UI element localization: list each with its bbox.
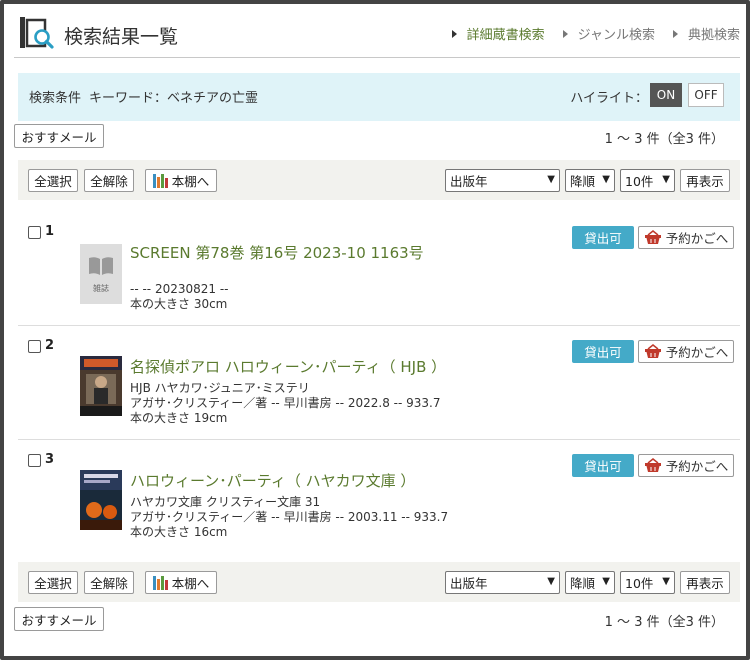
sort-field-select[interactable]: 出版年 ▼: [445, 169, 560, 192]
result-meta-1: ハヤカワ文庫 クリスティー文庫 31: [130, 495, 321, 509]
sort-field-select[interactable]: 出版年 ▼: [445, 571, 560, 594]
sort-order-value: 降順: [570, 174, 596, 189]
per-page-value: 10件: [625, 174, 654, 189]
result-count: 1 ～ 3 件（全3 件）: [604, 615, 724, 630]
redisplay-button[interactable]: 再表示: [680, 571, 730, 594]
nav-detailed-search[interactable]: 詳細蔵書検索: [451, 24, 545, 43]
result-checkbox[interactable]: [28, 340, 41, 353]
chevron-down-icon: ▼: [547, 576, 555, 587]
sort-field-value: 出版年: [450, 576, 488, 591]
cart-label: 予約かごへ: [665, 345, 729, 360]
sort-order-value: 降順: [570, 576, 596, 591]
availability-badge: 貸出可: [572, 454, 634, 477]
search-condition-panel: 検索条件 キーワード：ベネチアの亡霊 ハイライト： ON OFF: [18, 73, 740, 121]
recommend-mail-button[interactable]: おすすメール: [14, 607, 104, 631]
result-meta-2: アガサ･クリスティー／著 -- 早川書房 -- 2003.11 -- 933.7: [130, 510, 449, 524]
result-item: 3 ハロウィーン･パーティ（ ハヤカワ文庫 ） ハヤカワ文庫 クリスティー文庫 …: [18, 440, 740, 554]
book-cover-thumbnail[interactable]: [80, 356, 122, 416]
result-item: 1 雑誌 SCREEN 第78巻 第16号 2023-10 1163号 -- -…: [18, 212, 740, 326]
result-meta-2: -- -- 20230821 --: [130, 282, 229, 296]
thumbnail-label: 雑誌: [93, 283, 109, 293]
triangle-right-icon: [672, 29, 678, 38]
chevron-down-icon: ▼: [547, 174, 555, 185]
availability-badge: 貸出可: [572, 340, 634, 363]
bookshelf-icon: [152, 173, 168, 188]
result-number: 2: [45, 338, 55, 353]
nav-label: ジャンル検索: [577, 28, 655, 43]
page-title: 検索結果一覧: [64, 26, 179, 48]
nav-genre-search[interactable]: ジャンル検索: [562, 24, 655, 43]
result-count: 1 ～ 3 件（全3 件）: [604, 132, 724, 147]
select-all-button[interactable]: 全選択: [28, 169, 78, 192]
result-title-link[interactable]: ハロウィーン･パーティ（ ハヤカワ文庫 ）: [130, 470, 415, 491]
shelf-label: 本棚へ: [171, 174, 210, 189]
deselect-all-button[interactable]: 全解除: [84, 571, 134, 594]
basket-icon: [644, 230, 661, 244]
chevron-down-icon: ▼: [602, 576, 610, 587]
redisplay-button[interactable]: 再表示: [680, 169, 730, 192]
shelf-label: 本棚へ: [171, 576, 210, 591]
reserve-cart-button[interactable]: 予約かごへ: [638, 226, 734, 249]
nav-label: 詳細蔵書検索: [466, 28, 545, 43]
results-toolbar-top: 全選択 全解除 本棚へ 出版年 ▼ 降順 ▼ 10件 ▼ 再表示: [18, 160, 740, 200]
highlight-off-button[interactable]: OFF: [688, 83, 724, 107]
result-meta-3: 本の大きさ 19cm: [130, 411, 228, 425]
triangle-right-icon: [451, 29, 457, 38]
triangle-right-icon: [562, 29, 568, 38]
result-number: 3: [45, 452, 55, 467]
reserve-cart-button[interactable]: 予約かごへ: [638, 340, 734, 363]
sort-order-select[interactable]: 降順 ▼: [565, 571, 615, 594]
result-title-link[interactable]: 名探偵ポアロ ハロウィーン･パーティ（ HJB ）: [130, 356, 446, 377]
bookshelf-icon: [152, 575, 168, 590]
result-checkbox[interactable]: [28, 454, 41, 467]
cart-label: 予約かごへ: [665, 459, 729, 474]
window-frame: 検索結果一覧 詳細蔵書検索 ジャンル検索 典拠検索 検索条件 キーワード：ベネチア…: [0, 0, 750, 660]
results-toolbar-bottom: 全選択 全解除 本棚へ 出版年 ▼ 降順 ▼ 10件 ▼ 再表示: [18, 562, 740, 602]
book-cover-image: [80, 470, 122, 530]
nav-label: 典拠検索: [687, 28, 740, 43]
chevron-down-icon: ▼: [602, 174, 610, 185]
per-page-select[interactable]: 10件 ▼: [620, 169, 675, 192]
condition-label: 検索条件: [29, 91, 82, 106]
search-condition-text: 検索条件 キーワード：ベネチアの亡霊: [29, 87, 258, 106]
result-meta-1: HJB ハヤカワ･ジュニア･ミステリ: [130, 381, 310, 395]
magazine-thumbnail[interactable]: 雑誌: [80, 244, 122, 304]
deselect-all-button[interactable]: 全解除: [84, 169, 134, 192]
per-page-select[interactable]: 10件 ▼: [620, 571, 675, 594]
result-meta-2: アガサ･クリスティー／著 -- 早川書房 -- 2022.8 -- 933.7: [130, 396, 441, 410]
condition-keyword: キーワード：ベネチアの亡霊: [89, 91, 259, 106]
sort-order-select[interactable]: 降順 ▼: [565, 169, 615, 192]
result-title-link[interactable]: SCREEN 第78巻 第16号 2023-10 1163号: [130, 242, 424, 263]
per-page-value: 10件: [625, 576, 654, 591]
page-header: 検索結果一覧 詳細蔵書検索 ジャンル検索 典拠検索: [14, 12, 740, 58]
result-meta-3: 本の大きさ 30cm: [130, 297, 228, 311]
basket-icon: [644, 458, 661, 472]
result-number: 1: [45, 224, 55, 239]
nav-authority-search[interactable]: 典拠検索: [672, 24, 740, 43]
availability-badge: 貸出可: [572, 226, 634, 249]
book-search-icon: [20, 17, 54, 49]
top-navigation: 詳細蔵書検索 ジャンル検索 典拠検索: [451, 24, 740, 43]
select-all-button[interactable]: 全選択: [28, 571, 78, 594]
sort-field-value: 出版年: [450, 174, 488, 189]
open-book-icon: [89, 256, 113, 275]
result-meta-3: 本の大きさ 16cm: [130, 525, 228, 539]
recommend-mail-button[interactable]: おすすメール: [14, 124, 104, 148]
reserve-cart-button[interactable]: 予約かごへ: [638, 454, 734, 477]
highlight-on-button[interactable]: ON: [650, 83, 682, 107]
chevron-down-icon: ▼: [662, 576, 670, 587]
result-item: 2 名探偵ポアロ ハロウィーン･パーティ（ HJB ） HJB ハヤカワ･ジュニ…: [18, 326, 740, 440]
result-checkbox[interactable]: [28, 226, 41, 239]
book-cover-image: [80, 356, 122, 416]
basket-icon: [644, 344, 661, 358]
cart-label: 予約かごへ: [665, 231, 729, 246]
add-to-shelf-button[interactable]: 本棚へ: [145, 169, 217, 192]
chevron-down-icon: ▼: [662, 174, 670, 185]
add-to-shelf-button[interactable]: 本棚へ: [145, 571, 217, 594]
highlight-label: ハイライト：: [570, 91, 648, 106]
book-cover-thumbnail[interactable]: [80, 470, 122, 530]
